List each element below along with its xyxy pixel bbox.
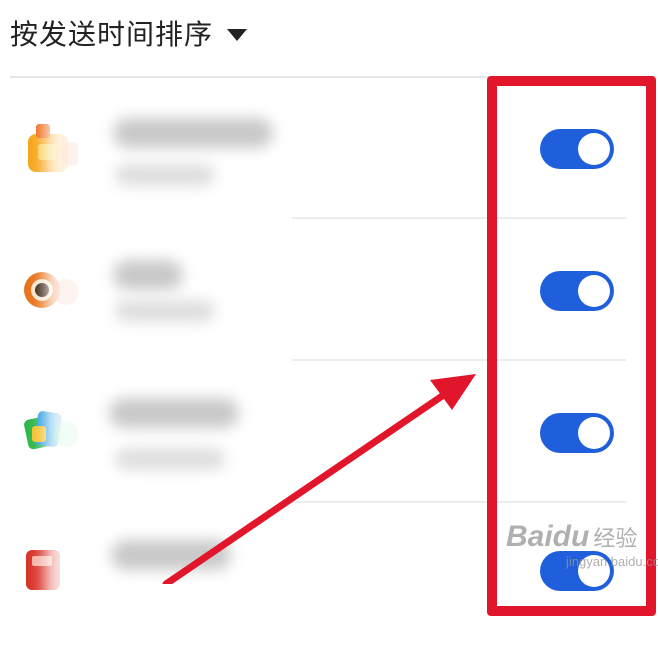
watermark-cn: 经验	[593, 526, 638, 551]
watermark-site: jingyan.baidu.com	[566, 554, 658, 569]
baidu-watermark: Baidu 经验 jingyan.baidu.com	[506, 520, 658, 569]
watermark-brand: Baidu	[506, 520, 590, 553]
annotation-arrow-icon	[162, 374, 476, 584]
